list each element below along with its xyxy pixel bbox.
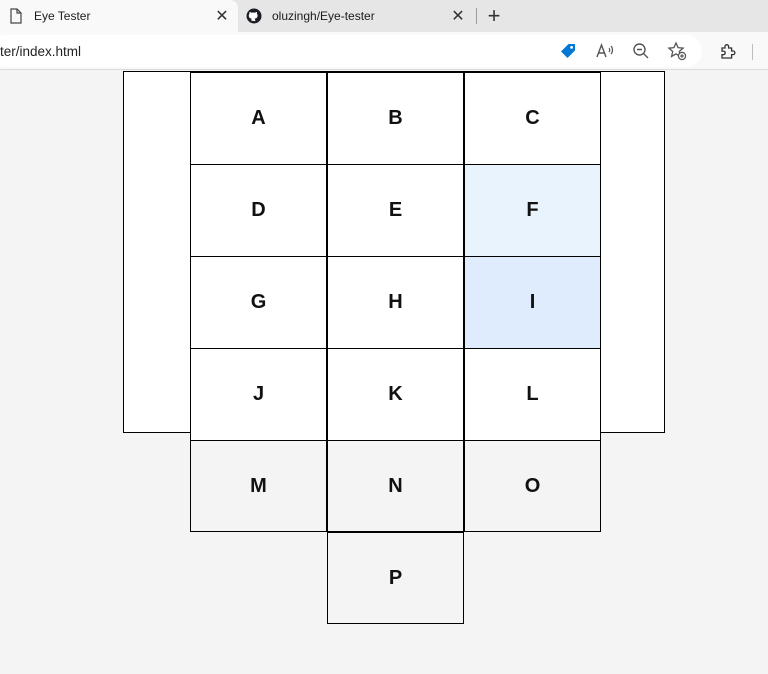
address-toolbar: ter/index.html: [0, 32, 768, 70]
grid-cell-j[interactable]: J: [190, 348, 327, 441]
grid-cell-m[interactable]: M: [190, 440, 327, 532]
grid-cell-i[interactable]: I: [464, 256, 601, 349]
grid-cell-g[interactable]: G: [190, 256, 327, 349]
grid-cell-k[interactable]: K: [327, 348, 464, 441]
tab-title: oluzingh/Eye-tester: [272, 9, 375, 23]
grid-cell-o[interactable]: O: [464, 440, 601, 532]
extensions-icon[interactable]: [718, 41, 738, 61]
page-icon: [8, 8, 24, 24]
new-tab-button[interactable]: +: [482, 4, 506, 28]
grid-cell-e[interactable]: E: [327, 164, 464, 257]
github-icon: [246, 8, 262, 24]
tab-separator: [476, 8, 477, 24]
grid-cell-d[interactable]: D: [190, 164, 327, 257]
grid-cell-c[interactable]: C: [464, 72, 601, 165]
read-aloud-icon[interactable]: [595, 41, 615, 61]
grid-cell-h[interactable]: H: [327, 256, 464, 349]
grid-cell-b[interactable]: B: [327, 72, 464, 165]
tab-title: Eye Tester: [34, 9, 91, 23]
tab-strip: Eye Tester ✕ oluzingh/Eye-tester ✕ +: [0, 0, 768, 32]
address-url[interactable]: ter/index.html: [0, 44, 81, 59]
grid-cell-a[interactable]: A: [190, 72, 327, 165]
grid-cell-p[interactable]: P: [327, 532, 464, 624]
grid-cell-f[interactable]: F: [464, 164, 601, 257]
toolbar-separator: [752, 44, 753, 60]
grid-cell-n[interactable]: N: [327, 440, 464, 532]
price-tag-icon[interactable]: [558, 41, 578, 61]
close-tab-icon[interactable]: ✕: [212, 6, 232, 26]
tab-eye-tester[interactable]: Eye Tester ✕: [0, 0, 238, 32]
grid-cell-l[interactable]: L: [464, 348, 601, 441]
tab-github-repo[interactable]: oluzingh/Eye-tester ✕: [238, 0, 474, 32]
favorites-add-icon[interactable]: [667, 41, 687, 61]
zoom-out-icon[interactable]: [631, 41, 651, 61]
close-tab-icon[interactable]: ✕: [448, 6, 468, 26]
